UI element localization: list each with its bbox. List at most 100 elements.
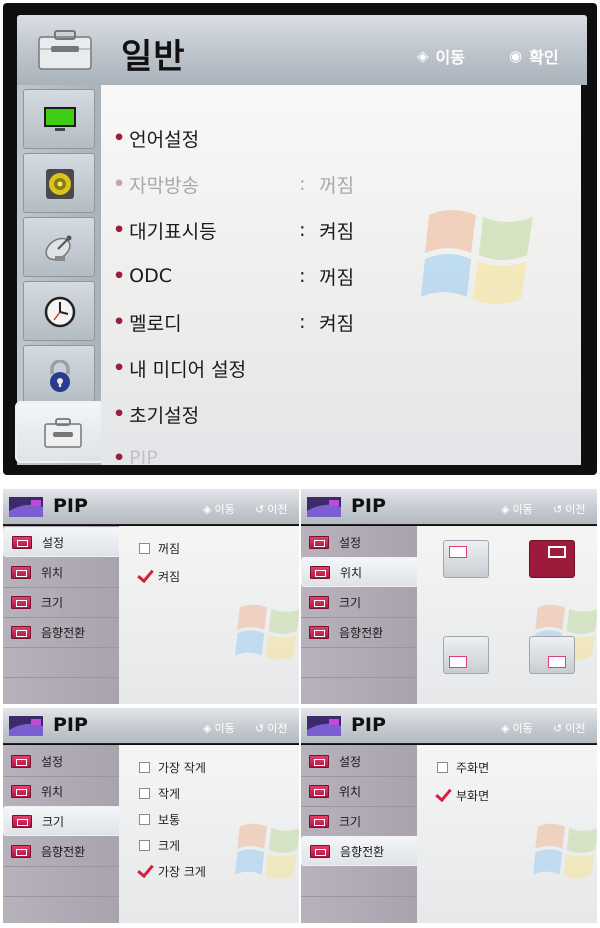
- clock-icon: [44, 296, 76, 328]
- pip-panel-setting: PIP ◈ 이동 ↺ 이전 설정 위치 크기 음향전환 꺼짐 켜짐: [3, 489, 299, 704]
- option-medium[interactable]: 보통: [139, 811, 180, 828]
- back-hint: ↺ 이전: [553, 721, 586, 736]
- menu-item-reset[interactable]: • 초기설정: [113, 397, 299, 431]
- option-off[interactable]: 꺼짐: [139, 540, 180, 557]
- move-arrows-icon: ◈: [203, 502, 212, 516]
- position-bottom-right-button[interactable]: [529, 636, 575, 674]
- checkbox[interactable]: [139, 814, 150, 825]
- pip-panel-position: PIP ◈ 이동 ↺ 이전 설정 위치 크기 음향전환: [301, 489, 597, 704]
- pip-screen-icon: [307, 716, 341, 736]
- pip-sidebar-position[interactable]: 위치: [301, 557, 419, 587]
- pip-sidebar-sound[interactable]: 음향전환: [301, 617, 419, 647]
- windows-logo-icon: [533, 823, 597, 879]
- pip-size-icon: [12, 814, 32, 828]
- ok-hint: ◉ 확인: [509, 47, 559, 67]
- general-menu-list: • 언어설정 • 자막방송 : 꺼짐 • 대기표시등 : 켜짐 • ODC : 꺼짐 • 멜로디…: [101, 85, 581, 465]
- pip-sidebar-sound[interactable]: 음향전환: [3, 836, 121, 866]
- pip-sidebar-position[interactable]: 위치: [3, 776, 121, 806]
- page-title: 일반: [121, 37, 186, 77]
- windows-logo-icon: [421, 210, 533, 304]
- option-sub-screen[interactable]: 부화면: [437, 787, 489, 804]
- pip-panel-sound: PIP ◈ 이동 ↺ 이전 설정 위치 크기 음향전환 주화면 부화면: [301, 708, 597, 923]
- windows-logo-icon: [235, 823, 299, 879]
- move-arrows-icon: ◈: [417, 47, 429, 65]
- menu-item-caption: • 자막방송 : 꺼짐: [113, 167, 354, 201]
- pip-position-grid: [417, 526, 597, 704]
- back-arrow-icon: ↺: [255, 721, 265, 735]
- pip-sidebar-position[interactable]: 위치: [3, 557, 121, 587]
- pip-sidebar-size[interactable]: 크기: [301, 587, 419, 617]
- move-hint: ◈ 이동: [501, 721, 533, 736]
- toolbox-icon: [38, 30, 92, 70]
- sidebar-item-channel[interactable]: [23, 217, 95, 277]
- menu-value: 꺼짐: [319, 174, 355, 197]
- move-arrows-icon: ◈: [203, 721, 212, 735]
- pip-sound-icon: [309, 625, 329, 639]
- pip-sidebar-position[interactable]: 위치: [301, 776, 419, 806]
- pip-setting-icon: [309, 535, 329, 549]
- move-hint: ◈ 이동: [203, 502, 235, 517]
- speaker-icon: [46, 169, 74, 199]
- checkmark-icon[interactable]: [139, 571, 150, 582]
- pip-screen-icon: [9, 716, 43, 736]
- pip-sidebar-size[interactable]: 크기: [3, 806, 121, 836]
- pip-position-icon: [11, 784, 31, 798]
- checkbox[interactable]: [437, 762, 448, 773]
- pip-screen-icon: [9, 497, 43, 517]
- option-on[interactable]: 켜짐: [139, 568, 180, 585]
- menu-item-odc[interactable]: • ODC : 꺼짐: [113, 259, 354, 293]
- sidebar-item-general[interactable]: [15, 401, 111, 463]
- menu-item-melody[interactable]: • 멜로디 : 켜짐: [113, 305, 354, 339]
- pip-size-icon: [309, 595, 329, 609]
- pip-setting-icon: [11, 754, 31, 768]
- tv-icon: [44, 107, 76, 131]
- pip-sidebar-setting[interactable]: 설정: [3, 527, 121, 557]
- option-main-screen[interactable]: 주화면: [437, 759, 489, 776]
- checkmark-icon[interactable]: [437, 790, 448, 801]
- option-largest[interactable]: 가장 크게: [139, 863, 206, 880]
- checkmark-icon[interactable]: [139, 866, 150, 877]
- sidebar-item-picture[interactable]: [23, 89, 95, 149]
- option-large[interactable]: 크게: [139, 837, 180, 854]
- pip-setting-icon: [309, 754, 329, 768]
- pip-position-icon: [310, 565, 330, 579]
- sidebar-item-lock[interactable]: [23, 345, 95, 405]
- pip-sound-options: 주화면 부화면: [417, 745, 597, 923]
- pip-sidebar-setting[interactable]: 설정: [301, 527, 419, 557]
- pip-sidebar-sound[interactable]: 음향전환: [3, 617, 121, 647]
- pip-sidebar-setting[interactable]: 설정: [3, 746, 121, 776]
- pip-sound-icon: [11, 844, 31, 858]
- pip-title: PIP: [53, 495, 88, 517]
- option-small[interactable]: 작게: [139, 785, 180, 802]
- pip-sound-icon: [310, 844, 330, 858]
- menu-item-my-media[interactable]: • 내 미디어 설정: [113, 351, 299, 385]
- checkbox[interactable]: [139, 788, 150, 799]
- menu-item-pip[interactable]: • PIP: [113, 441, 299, 465]
- pip-title: PIP: [351, 495, 386, 517]
- pip-sidebar-size[interactable]: 크기: [3, 587, 121, 617]
- checkbox[interactable]: [139, 840, 150, 851]
- move-hint: ◈ 이동: [203, 721, 235, 736]
- menu-item-standby-light[interactable]: • 대기표시등 : 켜짐: [113, 213, 354, 247]
- option-smallest[interactable]: 가장 작게: [139, 759, 206, 776]
- move-arrows-icon: ◈: [501, 502, 510, 516]
- position-top-right-button[interactable]: [529, 540, 575, 578]
- position-bottom-left-button[interactable]: [443, 636, 489, 674]
- menu-item-language[interactable]: • 언어설정: [113, 121, 299, 155]
- satellite-icon: [45, 235, 72, 261]
- back-hint: ↺ 이전: [255, 721, 288, 736]
- position-top-left-button[interactable]: [443, 540, 489, 578]
- pip-panel-size: PIP ◈ 이동 ↺ 이전 설정 위치 크기 음향전환 가장 작게 작게 보통 크게…: [3, 708, 299, 923]
- pip-sidebar-setting[interactable]: 설정: [301, 746, 419, 776]
- move-arrows-icon: ◈: [501, 721, 510, 735]
- pip-position-icon: [309, 784, 329, 798]
- pip-sidebar-sound[interactable]: 음향전환: [301, 836, 419, 866]
- menu-value: 켜짐: [319, 312, 355, 335]
- pip-title: PIP: [53, 714, 88, 736]
- pip-sidebar-size[interactable]: 크기: [301, 806, 419, 836]
- checkbox[interactable]: [139, 762, 150, 773]
- checkbox[interactable]: [139, 543, 150, 554]
- sidebar-item-sound[interactable]: [23, 153, 95, 213]
- lock-icon: [50, 360, 70, 392]
- sidebar-item-time[interactable]: [23, 281, 95, 341]
